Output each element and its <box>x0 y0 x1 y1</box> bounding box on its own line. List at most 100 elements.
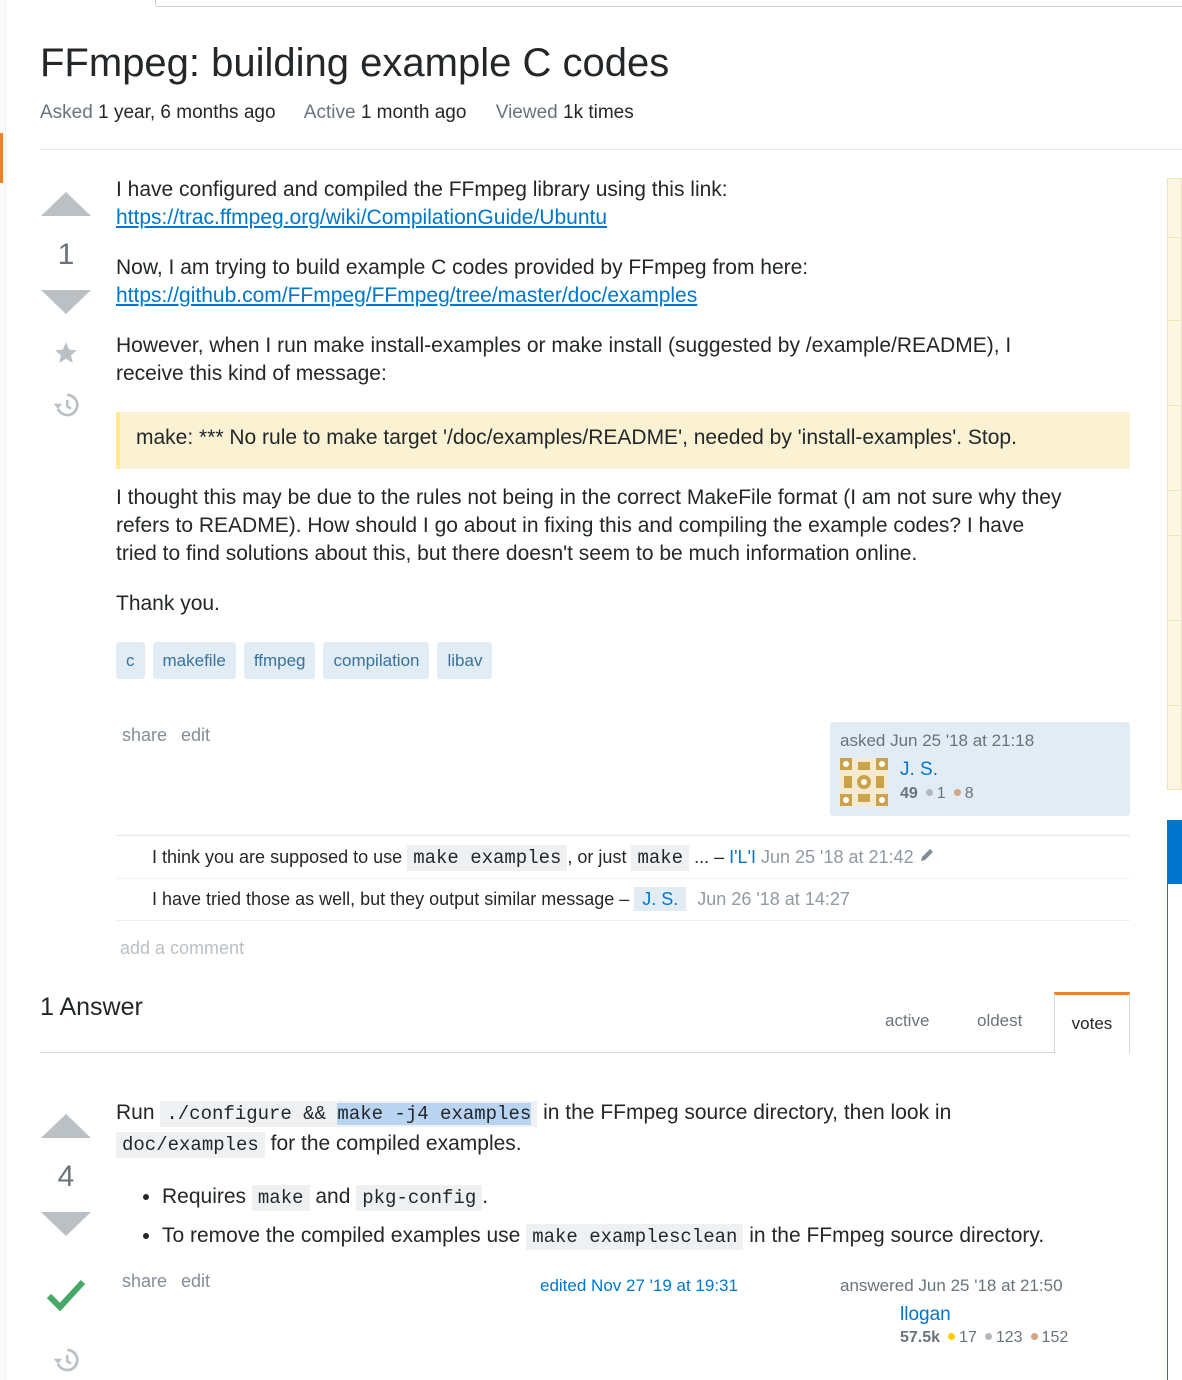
comment-1-user[interactable]: I'L'I <box>729 847 756 867</box>
comment-1-code-make-examples: make examples <box>407 845 568 871</box>
left-nav-strip <box>0 0 6 1380</box>
tab-active-sort[interactable]: active <box>885 1011 929 1031</box>
answer-code-configure: ./configure && make -j4 examples <box>160 1101 538 1127</box>
avatar[interactable] <box>840 758 888 811</box>
body-paragraph-1: I have configured and compiled the FFmpe… <box>116 178 728 201</box>
body-paragraph-2: Now, I am trying to build example C code… <box>116 256 809 279</box>
top-search-bar-edge <box>155 0 1182 7</box>
question-meta: Asked 1 year, 6 months ago Active 1 mont… <box>40 102 658 124</box>
silver-badge-count: 123 <box>995 1329 1023 1346</box>
add-comment-link[interactable]: add a comment <box>120 938 244 959</box>
bullet-1-code-make: make <box>251 1185 310 1211</box>
viewed-value: 1k times <box>563 102 634 123</box>
active-label: Active <box>303 102 356 123</box>
comment-2: I have tried those as well, but they out… <box>152 887 850 911</box>
question-title[interactable]: FFmpeg: building example C codes <box>40 40 669 86</box>
question-owner-card: asked Jun 25 '18 at 21:18 J. S. 49 1 8 <box>830 722 1130 816</box>
answer-share-link[interactable]: share <box>122 1271 167 1291</box>
comment-1-date[interactable]: Jun 25 '18 at 21:42 <box>761 847 914 867</box>
sidebar-box-divider <box>1168 705 1182 706</box>
answer-vote-cell: 4 <box>36 1114 96 1236</box>
answer-upvote-icon[interactable] <box>41 1114 91 1138</box>
body-paragraph-5: Thank you. <box>116 592 220 615</box>
error-blockquote: make: *** No rule to make target '/doc/e… <box>116 412 1130 469</box>
sidebar-box-divider <box>1168 320 1182 321</box>
share-link[interactable]: share <box>122 725 167 745</box>
tag-c[interactable]: c <box>116 642 145 679</box>
bullet-2-text-a: To remove the compiled examples use <box>162 1224 521 1247</box>
tag-libav[interactable]: libav <box>437 642 493 679</box>
tab-votes[interactable]: votes <box>1054 992 1130 1054</box>
tag-compilation[interactable]: compilation <box>323 642 430 679</box>
comment-1-text-post: ... – <box>689 847 725 867</box>
sidebar-blog-box <box>1167 178 1182 790</box>
answer-bullet-list: Requires make and pkg-config. To remove … <box>116 1178 1136 1256</box>
answer-edit-link[interactable]: edit <box>181 1271 210 1291</box>
accepted-checkmark-icon <box>46 1276 86 1321</box>
comment-2-text: I have tried those as well, but they out… <box>152 889 630 909</box>
bronze-badge-count: 152 <box>1041 1329 1069 1346</box>
tab-votes-label: votes <box>1071 1014 1113 1033</box>
answer-history-icon[interactable] <box>51 1345 81 1380</box>
bullet-1-text-c: . <box>482 1185 489 1208</box>
answer-line-2: doc/examples for the compiled examples. <box>116 1129 1136 1160</box>
comment-2-date[interactable]: Jun 26 '18 at 14:27 <box>697 889 850 909</box>
answer-vote-count: 4 <box>57 1160 75 1193</box>
question-post-menu: share edit <box>122 725 224 746</box>
answers-count: 1 Answer <box>40 993 143 1021</box>
active-value[interactable]: 1 month ago <box>361 102 467 123</box>
upvote-icon[interactable] <box>41 192 91 216</box>
favorite-star-icon[interactable] <box>53 340 79 371</box>
answers-header-divider <box>40 1052 1054 1053</box>
silver-badge-icon <box>984 1333 992 1341</box>
body-paragraph-4-line-1: I thought this may be due to the rules n… <box>116 486 1062 509</box>
compilation-guide-link[interactable]: https://trac.ffmpeg.org/wiki/Compilation… <box>116 206 607 229</box>
edited-timestamp[interactable]: edited Nov 27 '19 at 19:31 <box>540 1276 738 1296</box>
selected-code-make: make -j4 examples <box>337 1103 532 1125</box>
tag-list: c makefile ffmpeg compilation libav <box>116 642 500 679</box>
answer-line-1-rest: in the FFmpeg source directory, then loo… <box>543 1101 952 1124</box>
left-nav-active-marker <box>0 133 3 183</box>
comment-1-text-mid: , or just <box>567 847 627 867</box>
comment-2-user[interactable]: J. S. <box>634 887 687 911</box>
silver-badge-count: 1 <box>936 785 946 802</box>
answer-line-2-rest: for the compiled examples. <box>270 1132 522 1155</box>
history-icon[interactable] <box>51 390 81 425</box>
bullet-2-code-make-examplesclean: make examplesclean <box>526 1224 744 1250</box>
comment-1-code-make: make <box>631 845 690 871</box>
answerer-name[interactable]: llogan <box>900 1304 951 1326</box>
answer-downvote-icon[interactable] <box>41 1212 91 1236</box>
silver-badge-icon <box>925 789 933 797</box>
comments-top-divider <box>116 835 1130 836</box>
sidebar-box-divider <box>1168 535 1182 536</box>
bullet-1-text-b: and <box>315 1185 351 1208</box>
bronze-badge-count: 8 <box>964 785 974 802</box>
answer-code-doc-examples: doc/examples <box>116 1132 265 1158</box>
scrollbar-track[interactable] <box>1167 820 1182 1380</box>
gold-badge-count: 17 <box>959 1329 977 1346</box>
body-paragraph-3-line-2: receive this kind of message: <box>116 362 387 385</box>
downvote-icon[interactable] <box>41 290 91 314</box>
asked-timestamp: asked Jun 25 '18 at 21:18 <box>840 731 1035 750</box>
bullet-1-code-pkg-config: pkg-config <box>356 1185 483 1211</box>
answer-run-text: Run <box>116 1101 155 1124</box>
body-paragraph-4-line-3: tried to find solutions about this, but … <box>116 542 918 565</box>
tag-ffmpeg[interactable]: ffmpeg <box>243 642 316 679</box>
owner-name[interactable]: J. S. <box>900 759 938 781</box>
answer-bullet-2: To remove the compiled examples use make… <box>162 1217 1136 1256</box>
pencil-icon[interactable] <box>919 847 935 867</box>
edit-link[interactable]: edit <box>181 725 210 745</box>
body-paragraph-3-line-1: However, when I run make install-example… <box>116 334 1012 357</box>
sidebar-box-divider <box>1168 405 1182 406</box>
answered-timestamp: answered Jun 25 '18 at 21:50 <box>840 1276 1063 1295</box>
bronze-badge-icon <box>953 789 961 797</box>
gold-badge-icon <box>948 1333 956 1341</box>
viewed-label: Viewed <box>495 102 558 123</box>
tag-makefile[interactable]: makefile <box>152 642 236 679</box>
question-vote-count: 1 <box>57 238 75 271</box>
bronze-badge-icon <box>1030 1333 1038 1341</box>
examples-repo-link[interactable]: https://github.com/FFmpeg/FFmpeg/tree/ma… <box>116 284 697 307</box>
scrollbar-thumb[interactable] <box>1167 820 1182 884</box>
tab-oldest[interactable]: oldest <box>977 1011 1022 1031</box>
error-message: make: *** No rule to make target '/doc/e… <box>136 426 1017 449</box>
